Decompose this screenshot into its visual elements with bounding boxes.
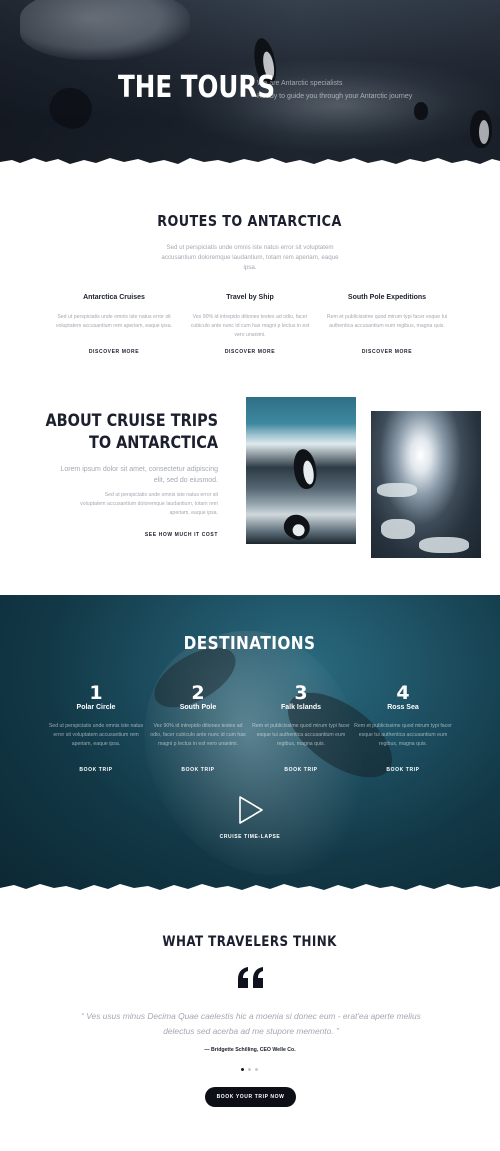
discover-more-link[interactable]: DISCOVER MORE: [54, 349, 174, 355]
destinations-title: DESTINATIONS: [184, 633, 316, 654]
about-title-line: TO ANTARCTICA: [88, 433, 218, 453]
hero-subtitle: We are Antarctic specialists Ready to gu…: [257, 77, 457, 103]
destination-name: Ross Sea: [387, 704, 419, 711]
route-title: Antarctica Cruises: [83, 294, 145, 301]
about-lead: Lorem ipsum dolor sit amet, consectetur …: [60, 466, 218, 484]
routes-title: ROUTES TO ANTARCTICA: [157, 212, 343, 230]
hero-subtitle-line: Ready to guide you through your Antarcti…: [257, 93, 413, 100]
destination-text: Sed ut perspiciatis unde omnis iste natu…: [48, 723, 144, 747]
pagination-dot[interactable]: [255, 1068, 258, 1071]
destination-number: 3: [294, 682, 308, 704]
route-text: Sed ut perspiciatis unde omnis iste natu…: [55, 314, 173, 329]
destination-name: South Pole: [179, 704, 217, 711]
testimonials-title: WHAT TRAVELERS THINK: [162, 934, 338, 950]
about-title-line: ABOUT CRUISE TRIPS: [45, 411, 218, 431]
play-icon[interactable]: [232, 795, 268, 825]
destination-text: Rem et publicissime quod mirum typi face…: [354, 723, 452, 747]
destination-number: 4: [396, 682, 410, 704]
book-trip-link[interactable]: BOOK TRIP: [46, 767, 146, 773]
sea-ice-photo: [371, 411, 481, 558]
see-cost-link[interactable]: SEE HOW MUCH IT COST: [145, 532, 218, 538]
testimonial-pagination: [241, 1068, 261, 1072]
book-trip-button[interactable]: BOOK YOUR TRIP NOW: [205, 1087, 296, 1107]
torn-edge-divider: [0, 884, 500, 896]
penguin-image: [279, 510, 315, 544]
book-trip-link[interactable]: BOOK TRIP: [353, 767, 453, 773]
destination-number: 1: [89, 682, 103, 704]
destination-number: 2: [191, 682, 205, 704]
book-trip-link[interactable]: BOOK TRIP: [251, 767, 351, 773]
destination-name: Falk Islands: [280, 704, 322, 711]
destination-text: Vez 90% id intrepido ditiones testes ad …: [150, 723, 246, 747]
route-text: Ves 90% id intrepido ditiones testes ad …: [190, 314, 310, 338]
quote-icon: [238, 967, 263, 988]
discover-more-link[interactable]: DISCOVER MORE: [190, 349, 310, 355]
penguins-photo: [246, 397, 356, 544]
destination-text: Rem et publicissime quod mirum typi face…: [252, 723, 350, 747]
routes-intro: Sed ut perspiciatis unde omnis iste natu…: [161, 244, 339, 271]
video-label: CRUISE TIME-LAPSE: [219, 834, 281, 840]
discover-more-link[interactable]: DISCOVER MORE: [327, 349, 447, 355]
book-trip-link[interactable]: BOOK TRIP: [148, 767, 248, 773]
about-text: Sed ut perspiciatis unde omnis iste natu…: [80, 492, 218, 516]
route-title: South Pole Expeditions: [347, 294, 427, 301]
pagination-dot[interactable]: [241, 1068, 244, 1071]
pagination-dot[interactable]: [248, 1068, 251, 1071]
testimonial-author: — Bridgette Schilling, CEO Welle Co.: [204, 1047, 296, 1053]
route-title: Travel by Ship: [226, 294, 274, 301]
testimonial-quote: “ Ves usus minus Decima Quae caelestis h…: [81, 1011, 421, 1036]
penguin-image: [291, 447, 319, 491]
hero-title: THE TOURS: [118, 70, 276, 105]
about-title: ABOUT CRUISE TRIPS TO ANTARCTICA: [15, 410, 218, 454]
destination-name: Polar Circle: [76, 704, 116, 711]
hero-subtitle-line: We are Antarctic specialists: [257, 80, 343, 87]
torn-edge-divider: [0, 158, 500, 170]
route-text: Rem et publicissime quod mirum typi face…: [326, 314, 448, 329]
